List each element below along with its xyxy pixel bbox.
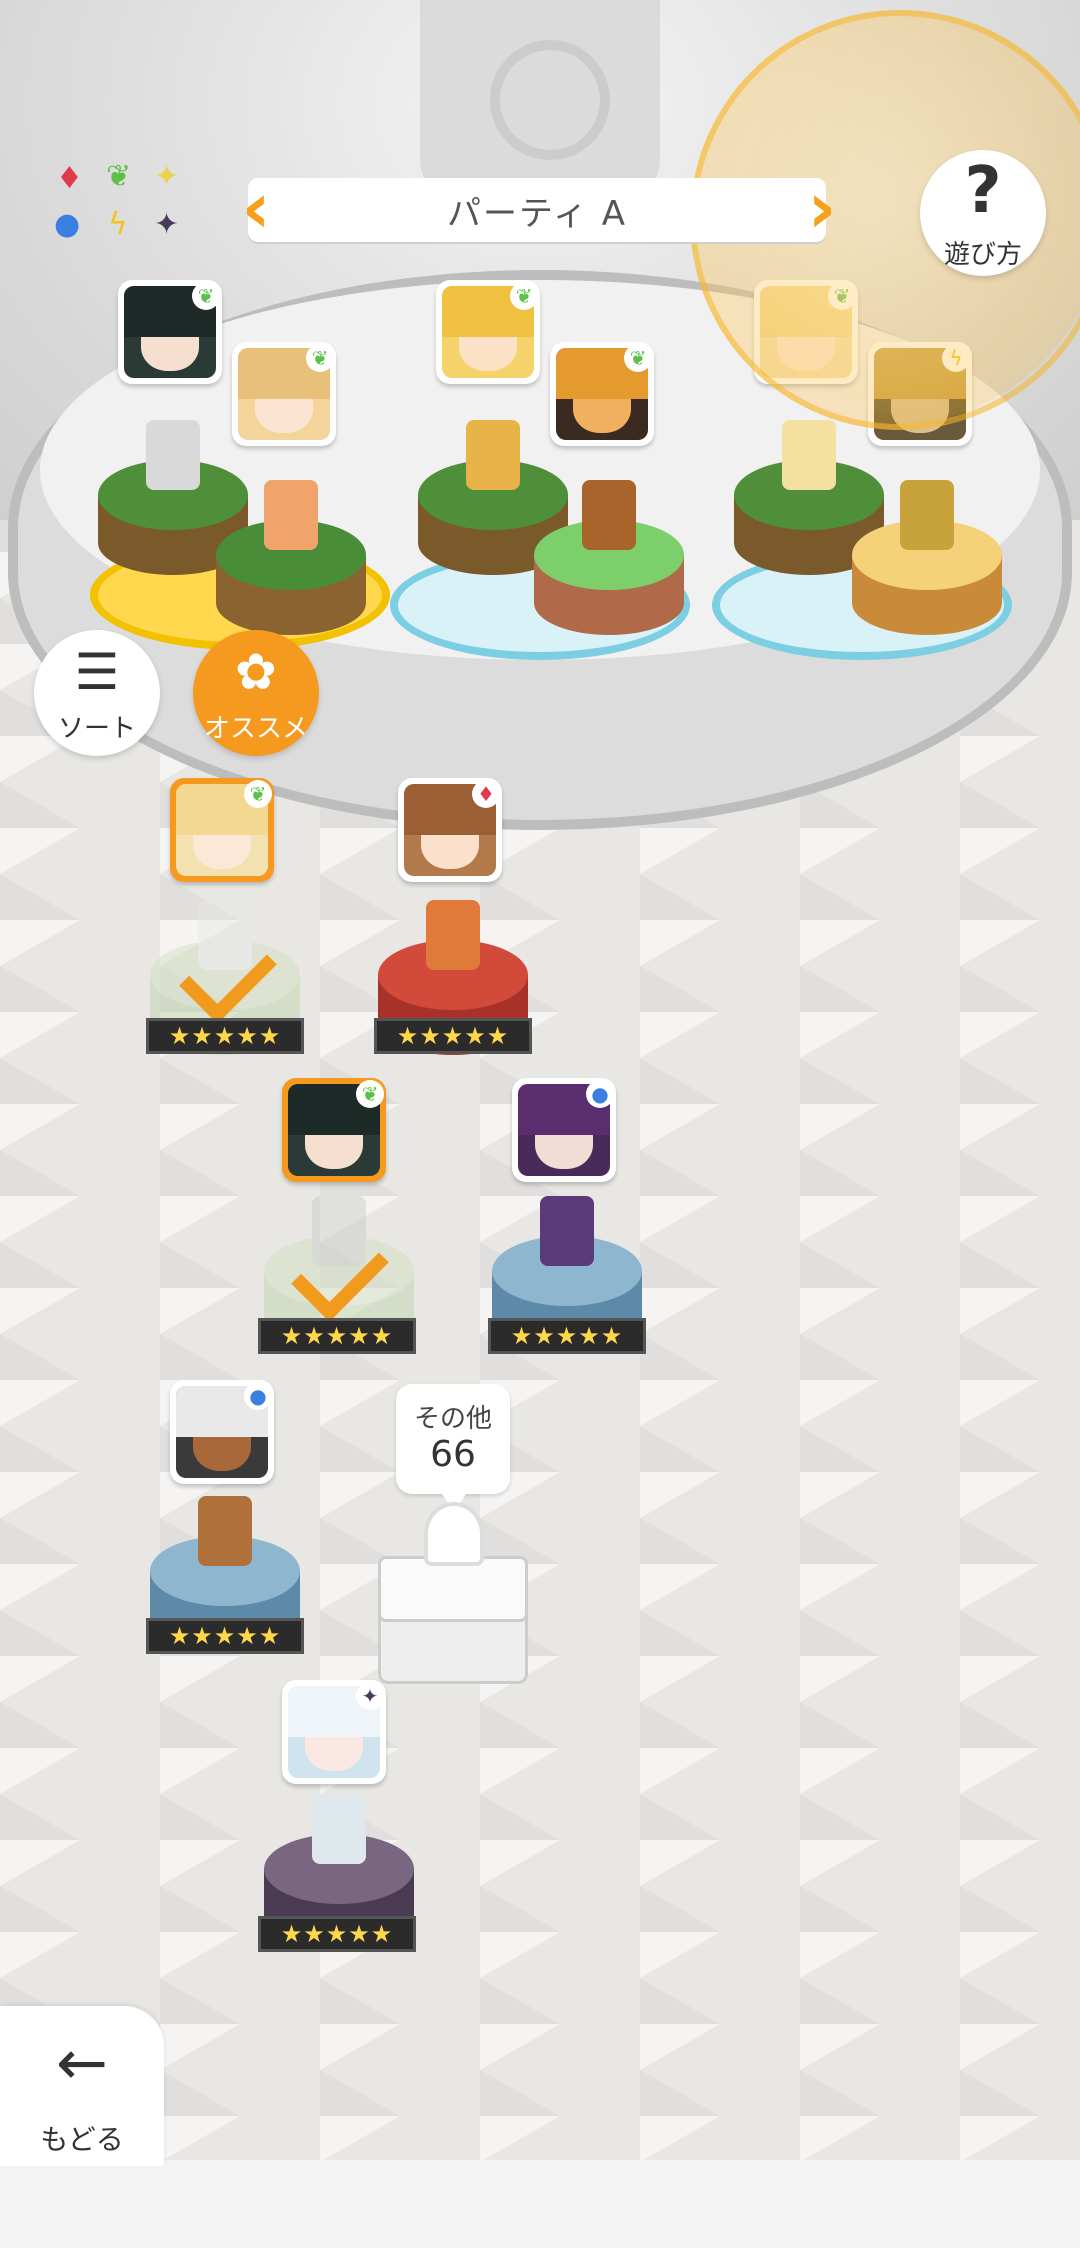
roster-pedestal[interactable] <box>492 1196 642 1386</box>
question-icon: ? <box>964 154 1002 228</box>
sort-icon: ☰ <box>74 643 120 701</box>
water-icon: ● <box>54 207 81 242</box>
dark-icon: ✦ <box>356 1682 384 1710</box>
dark-icon: ✦ <box>154 207 180 242</box>
rarity-stars: ★★★★★ <box>146 1618 304 1654</box>
others-count: 66 <box>430 1434 476 1475</box>
arena-arch <box>420 0 660 200</box>
thunder-icon: ϟ <box>108 207 128 242</box>
wind-icon: ❦ <box>510 282 538 310</box>
wind-icon: ❦ <box>306 344 334 372</box>
roster-character-portrait[interactable]: ❦ <box>170 778 274 882</box>
rarity-stars: ★★★★★ <box>146 1018 304 1054</box>
recommend-label: オススメ <box>203 714 308 744</box>
others-pedestal[interactable] <box>378 1502 528 1686</box>
recommend-button[interactable]: ✿ オススメ <box>193 630 319 756</box>
roster-pedestal[interactable] <box>378 900 528 1090</box>
party-member-portrait[interactable]: ❦ <box>550 342 654 446</box>
back-button[interactable]: ← もどる <box>0 2006 164 2166</box>
rarity-stars: ★★★★★ <box>258 1318 416 1354</box>
roster-character-portrait[interactable]: ❦ <box>282 1078 386 1182</box>
chevron-right-icon[interactable]: › <box>802 173 842 246</box>
wind-icon: ❦ <box>356 1080 384 1108</box>
chevron-left-icon[interactable]: ‹ <box>236 173 276 246</box>
party-pedestal[interactable] <box>534 480 684 670</box>
attribute-chart[interactable]: ♦ ❦ ✦ ● ϟ ✦ <box>50 160 190 250</box>
rarity-stars: ★★★★★ <box>374 1018 532 1054</box>
roster-pedestal[interactable] <box>264 1794 414 1984</box>
party-member-portrait[interactable]: ❦ <box>118 280 222 384</box>
rarity-stars: ★★★★★ <box>488 1318 646 1354</box>
arrow-left-icon: ← <box>56 2026 108 2099</box>
light-icon: ✦ <box>154 159 180 194</box>
party-member-portrait[interactable]: ❦ <box>436 280 540 384</box>
wind-icon: ❦ <box>106 159 132 194</box>
wind-icon: ❦ <box>624 344 652 372</box>
wind-icon: ❦ <box>244 780 272 808</box>
sort-button[interactable]: ☰ ソート <box>34 630 160 756</box>
party-pedestal[interactable] <box>852 480 1002 670</box>
back-label: もどる <box>40 2123 124 2156</box>
rarity-stars: ★★★★★ <box>258 1916 416 1952</box>
water-icon: ● <box>244 1382 272 1410</box>
help-label: 遊び方 <box>943 240 1022 270</box>
roster-character-portrait[interactable]: ● <box>170 1380 274 1484</box>
fire-icon: ♦ <box>56 161 83 196</box>
bottom-strip <box>0 2160 1080 2248</box>
roster-character-portrait[interactable]: ♦ <box>398 778 502 882</box>
roster-pedestal[interactable] <box>150 1496 300 1686</box>
sort-label: ソート <box>57 714 136 744</box>
others-label: その他 <box>413 1404 492 1434</box>
party-member-portrait[interactable]: ❦ <box>232 342 336 446</box>
fire-icon: ♦ <box>472 780 500 808</box>
wind-icon: ❦ <box>192 282 220 310</box>
roster-character-portrait[interactable]: ● <box>512 1078 616 1182</box>
flower-icon: ✿ <box>235 643 277 701</box>
water-icon: ● <box>586 1080 614 1108</box>
others-count-bubble[interactable]: その他 66 <box>396 1384 510 1512</box>
silhouette-icon <box>424 1502 484 1566</box>
roster-character-portrait[interactable]: ✦ <box>282 1680 386 1784</box>
party-name: パーティ A <box>248 178 826 242</box>
help-button[interactable]: ? 遊び方 <box>920 150 1046 276</box>
